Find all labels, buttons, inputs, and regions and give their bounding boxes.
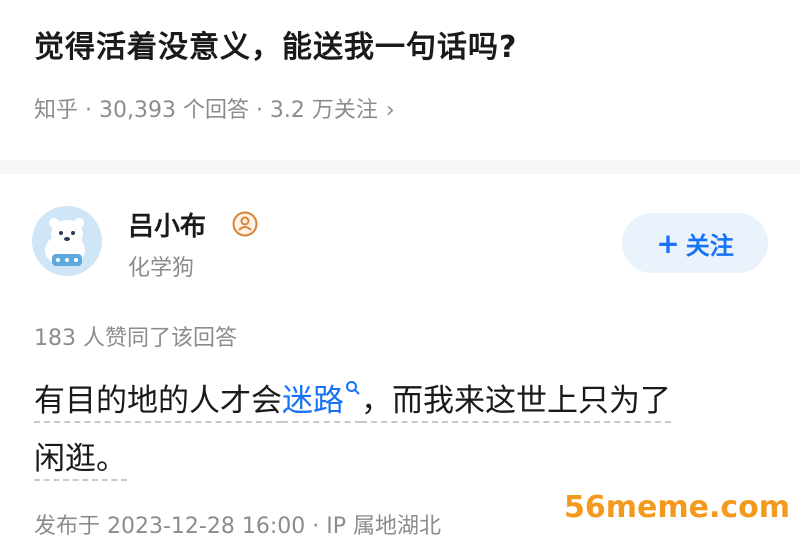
publish-info: 发布于 2023-12-28 16:00 · IP 属地湖北 xyxy=(34,514,441,539)
user-badge-icon xyxy=(232,211,258,237)
follow-button[interactable]: + 关注 xyxy=(622,213,768,273)
search-keyword-link[interactable]: 迷路 xyxy=(282,381,361,423)
answer-text-segment: ，而我来这世上只为了 xyxy=(361,383,671,423)
question-meta[interactable]: 知乎 · 30,393 个回答 · 3.2 万关注 › xyxy=(34,92,395,124)
search-keyword-label: 迷路 xyxy=(282,383,344,419)
author-bio: 化学狗 xyxy=(128,256,195,281)
answer-body[interactable]: 有目的地的人才会迷路 ，而我来这世上只为了 闲逛。 xyxy=(34,372,774,488)
upvote-count: 183 人赞同了该回答 xyxy=(34,326,237,351)
answer-text-segment: 有目的地的人才会 xyxy=(34,383,282,423)
answer-text-segment: 闲逛。 xyxy=(34,441,127,481)
polar-bear-avatar-icon xyxy=(32,206,102,276)
section-divider xyxy=(0,160,800,174)
answer-line-1: 有目的地的人才会迷路 ，而我来这世上只为了 xyxy=(34,372,774,430)
watermark: 56meme.com xyxy=(563,490,790,525)
author-name[interactable]: 吕小布 xyxy=(128,206,206,243)
avatar[interactable] xyxy=(32,206,102,276)
question-title[interactable]: 觉得活着没意义，能送我一句话吗? xyxy=(34,22,517,66)
chevron-right-icon: › xyxy=(385,98,395,123)
search-icon xyxy=(346,381,360,395)
question-meta-text: 知乎 · 30,393 个回答 · 3.2 万关注 xyxy=(34,98,378,123)
answer-line-2: 闲逛。 xyxy=(34,430,774,488)
follow-button-label: 关注 xyxy=(685,231,734,260)
plus-icon: + xyxy=(656,226,680,260)
